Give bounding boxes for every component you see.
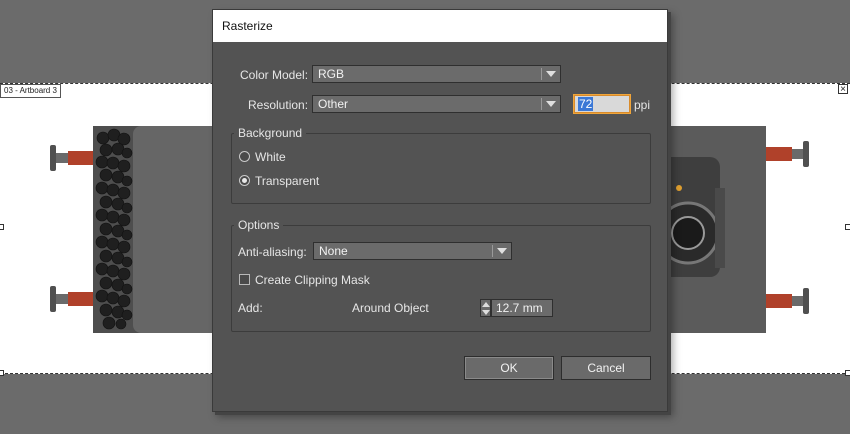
- clipping-mask-checkbox[interactable]: [239, 274, 250, 285]
- color-model-value: RGB: [318, 67, 345, 81]
- chevron-down-icon: [546, 101, 556, 107]
- add-suffix: Around Object: [352, 301, 429, 315]
- ppi-unit: ppi: [634, 98, 651, 112]
- right-bolt-bottom: [766, 288, 809, 314]
- add-label: Add:: [238, 301, 263, 315]
- anti-aliasing-select[interactable]: None: [313, 242, 512, 260]
- artboard-label[interactable]: 03 - Artboard 3: [0, 84, 61, 98]
- background-group-title: Background: [234, 125, 307, 141]
- resolution-label: Resolution:: [248, 98, 309, 112]
- resolution-value: Other: [318, 97, 349, 111]
- options-group-title: Options: [234, 217, 284, 233]
- left-bolt-bottom: [50, 286, 94, 312]
- selection-handle-left[interactable]: [0, 224, 4, 230]
- chevron-down-icon: [546, 71, 556, 77]
- selection-handle-bottom-left[interactable]: [0, 370, 4, 376]
- artboard-corner-x-icon[interactable]: ×: [838, 84, 848, 95]
- selection-handle-bottom-right[interactable]: [845, 370, 850, 376]
- cancel-button[interactable]: Cancel: [561, 356, 651, 380]
- ppi-value: 72: [578, 97, 594, 111]
- dialog-title[interactable]: Rasterize: [213, 10, 667, 42]
- chevron-down-icon: [497, 248, 507, 254]
- color-model-select[interactable]: RGB: [312, 65, 561, 83]
- ppi-input[interactable]: 72: [573, 94, 631, 114]
- anti-aliasing-label: Anti-aliasing:: [238, 245, 307, 259]
- resolution-select[interactable]: Other: [312, 95, 561, 113]
- radio-transparent-label[interactable]: Transparent: [255, 173, 319, 189]
- add-amount-input[interactable]: 12.7 mm: [491, 299, 553, 317]
- stepper-down-icon[interactable]: [482, 310, 490, 315]
- color-model-label: Color Model:: [240, 68, 309, 82]
- ok-button[interactable]: OK: [464, 356, 554, 380]
- left-bolt-top: [50, 145, 94, 171]
- background-group: [231, 133, 651, 204]
- add-stepper[interactable]: [480, 299, 491, 317]
- radio-white[interactable]: [239, 151, 250, 162]
- stepper-up-icon[interactable]: [482, 302, 490, 307]
- radio-white-label[interactable]: White: [255, 149, 286, 165]
- selection-handle-right[interactable]: [845, 224, 850, 230]
- rasterize-dialog: Rasterize Color Model: RGB Resolution: O…: [212, 9, 668, 412]
- anti-aliasing-value: None: [319, 244, 348, 258]
- radio-transparent[interactable]: [239, 175, 250, 186]
- right-bolt-top: [766, 141, 809, 167]
- clipping-mask-label[interactable]: Create Clipping Mask: [255, 272, 370, 288]
